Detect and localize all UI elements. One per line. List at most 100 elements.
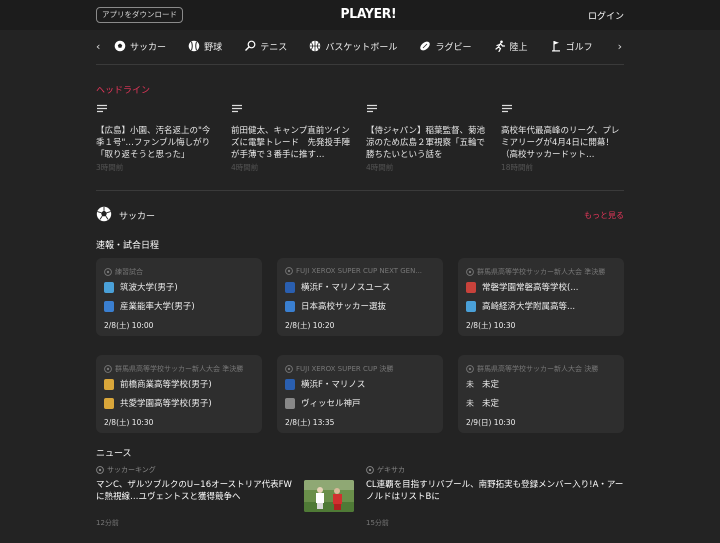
nav-item-baseball[interactable]: 野球 (188, 34, 222, 58)
team-crest-icon (285, 281, 295, 293)
nav-item-rugby[interactable]: ラグビー (419, 34, 471, 58)
away-team: 産業能率大学(男子) (104, 300, 195, 312)
more-link[interactable]: もっと見る (584, 210, 624, 221)
golf-icon (551, 41, 560, 52)
news-thumbnail[interactable] (304, 480, 354, 512)
competition-label: 群馬県高等学校サッカー新人大会 準決勝 (477, 268, 606, 276)
headline-item[interactable]: 【広島】小園、汚名返上の"今季１号"…ファンブル悔しがり「取り返そうと思った」 … (96, 104, 218, 173)
competition-name: 群馬県高等学校サッカー新人大会 準決勝 (104, 364, 256, 374)
soccer-ball-icon (104, 365, 112, 373)
news-title-link[interactable]: CL連覇を目指すリバプール、南野拓実も登録メンバー入り!A・アーノルドはリストB… (366, 479, 624, 503)
player-logo[interactable]: PLAYER! (340, 7, 396, 22)
nav-item-athletics[interactable]: 陸上 (494, 34, 528, 58)
team-name: 筑波大学(男子) (120, 283, 178, 293)
team-name: 産業能率大学(男子) (120, 302, 195, 312)
away-team: ヴィッセル神戸 (285, 397, 361, 409)
competition-name: FUJI XEROX SUPER CUP 決勝 (285, 364, 437, 374)
away-team: 日本高校サッカー選抜 (285, 300, 386, 312)
team-crest-icon (285, 397, 295, 409)
match-card[interactable]: 群馬県高等学校サッカー新人大会 決勝 未未定 未未定 2/9(日) 10:30 (458, 355, 624, 433)
news-title-link[interactable]: マンC、ザルツブルクのU−16オーストリア代表FWに熱視線…ユヴェントスと獲得競… (96, 479, 300, 503)
rugby-icon (420, 41, 431, 51)
headline-time: 4時間前 (231, 163, 259, 172)
nav-item-label: 陸上 (509, 42, 528, 53)
team-name: 共愛学園高等学校(男子) (120, 399, 212, 409)
match-date: 2/8(土) 10:30 (466, 321, 516, 330)
baseball-icon (188, 40, 200, 52)
soccer-ball-icon (466, 268, 474, 276)
match-date: 2/9(日) 10:30 (466, 418, 516, 427)
news-time: 15分前 (366, 519, 389, 527)
match-card[interactable]: FUJI XEROX SUPER CUP 決勝 横浜F・マリノス ヴィッセル神戸… (277, 355, 443, 433)
nav-item-label: バスケットボール (325, 42, 398, 53)
competition-label: FUJI XEROX SUPER CUP 決勝 (296, 365, 394, 373)
match-card[interactable]: 群馬県高等学校サッカー新人大会 準決勝 前橋商業高等学校(男子) 共愛学園高等学… (96, 355, 262, 433)
nav-divider (96, 64, 624, 65)
competition-label: 群馬県高等学校サッカー新人大会 決勝 (477, 365, 599, 373)
team-name: 高崎経済大学附属高等... (482, 302, 576, 312)
nav-next-arrow-icon[interactable]: › (618, 40, 622, 53)
home-team: 常磐学園常磐高等学校(... (466, 281, 578, 293)
team-crest-icon (285, 378, 295, 390)
team-name: 未定 (482, 380, 500, 390)
headline-item[interactable]: 【侍ジャパン】稲葉監督、菊池涼のため広島２軍視察「五輪で勝ちたいという話を 4時… (366, 104, 488, 173)
nav-prev-arrow-icon[interactable]: ‹ (96, 40, 100, 53)
match-date: 2/8(土) 10:30 (104, 418, 154, 427)
sport-nav-items: サッカー 野球 テニス バスケットボール ラグビー 陸上 ゴルフ (114, 34, 614, 64)
news-source-label: サッカーキング (107, 466, 156, 474)
sport-nav: ‹ サッカー 野球 テニス バスケットボール ラグビー 陸上 ゴルフ › (96, 34, 624, 64)
match-card[interactable]: FUJI XEROX SUPER CUP NEXT GEN... 横浜F・マリノ… (277, 258, 443, 336)
news-section-title: ニュース (96, 449, 132, 459)
competition-label: 群馬県高等学校サッカー新人大会 準決勝 (115, 365, 244, 373)
soccer-ball-icon (96, 466, 104, 474)
team-crest-icon (104, 378, 114, 390)
nav-item-soccer[interactable]: サッカー (114, 34, 166, 58)
soccer-ball-icon (366, 466, 374, 474)
login-link[interactable]: ログイン (588, 9, 624, 22)
app-download-button[interactable]: アプリをダウンロード (96, 7, 183, 23)
competition-name: 群馬県高等学校サッカー新人大会 準決勝 (466, 267, 618, 277)
nav-item-label: ゴルフ (565, 42, 593, 53)
nav-item-label: ラグビー (435, 42, 472, 53)
article-icon (97, 104, 107, 113)
team-name: 日本高校サッカー選抜 (301, 302, 387, 312)
nav-item-tennis[interactable]: テニス (244, 34, 287, 58)
match-card[interactable]: 群馬県高等学校サッカー新人大会 準決勝 常磐学園常磐高等学校(... 高崎経済大… (458, 258, 624, 336)
headline-time: 4時間前 (366, 163, 394, 172)
top-header: アプリをダウンロード PLAYER! ログイン (0, 0, 720, 30)
away-team: 高崎経済大学附属高等... (466, 300, 575, 312)
team-name: ヴィッセル神戸 (301, 399, 361, 409)
team-crest-icon (466, 300, 476, 312)
schedule-title: 速報・試合日程 (96, 241, 160, 251)
soccer-ball-icon (96, 206, 112, 222)
soccer-ball-icon (466, 365, 474, 373)
news-source: サッカーキング (96, 465, 156, 475)
team-crest-placeholder: 未 (466, 398, 474, 408)
nav-item-basketball[interactable]: バスケットボール (309, 34, 397, 58)
team-name: 横浜F・マリノスユース (301, 283, 391, 293)
home-team: 未未定 (466, 378, 500, 391)
article-icon (232, 104, 242, 113)
competition-name: FUJI XEROX SUPER CUP NEXT GEN... (285, 267, 437, 275)
nav-item-golf[interactable]: ゴルフ (550, 34, 593, 58)
team-crest-icon (285, 300, 295, 312)
competition-label: FUJI XEROX SUPER CUP NEXT GEN... (296, 267, 423, 275)
home-team: 横浜F・マリノス (285, 378, 365, 390)
headline-title: 【広島】小園、汚名返上の"今季１号"…ファンブル悔しがり「取り返そうと思った」 (96, 126, 211, 160)
match-card[interactable]: 練習試合 筑波大学(男子) 産業能率大学(男子) 2/8(土) 10:00 (96, 258, 262, 336)
team-name: 未定 (482, 399, 500, 409)
team-crest-icon (104, 281, 114, 293)
headline-title: 前田健太、キャンプ直前ツインズに電撃トレード 先発投手陣が手薄で３番手に推す… (231, 126, 351, 160)
soccer-ball-icon (104, 268, 112, 276)
competition-name: 群馬県高等学校サッカー新人大会 決勝 (466, 364, 618, 374)
match-date: 2/8(土) 10:00 (104, 321, 154, 330)
headline-time: 18時間前 (501, 163, 534, 172)
team-name: 横浜F・マリノス (301, 380, 366, 390)
basketball-icon (310, 40, 321, 52)
headline-item[interactable]: 高校年代最高峰のリーグ、プレミアリーグが4月4日に開幕！（高校サッカードット… … (501, 104, 623, 173)
match-date: 2/8(土) 13:35 (285, 418, 335, 427)
headline-item[interactable]: 前田健太、キャンプ直前ツインズに電撃トレード 先発投手陣が手薄で３番手に推す… … (231, 104, 353, 173)
competition-label: 練習試合 (115, 268, 143, 276)
soccer-ball-icon (114, 40, 126, 52)
team-name: 前橋商業高等学校(男子) (120, 380, 212, 390)
